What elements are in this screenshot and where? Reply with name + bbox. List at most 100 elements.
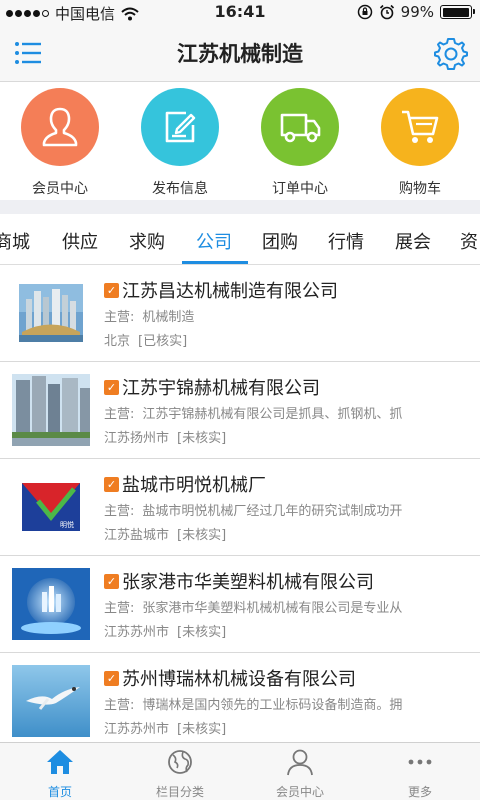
tab-exhibition[interactable]: 展会 <box>395 228 431 254</box>
list-item[interactable]: ✓ 江苏昌达机械制造有限公司 主营: 机械制造 北京 [已核实] <box>0 265 480 362</box>
company-thumbnail: 明悦 <box>12 471 90 543</box>
main-business: 主营: 盐城市明悦机械厂经过几年的研究试制成功开 <box>104 500 470 519</box>
battery-level <box>442 7 470 17</box>
main-business: 主营: 张家港市华美塑料机械机械有限公司是专业从 <box>104 597 470 616</box>
main-business: 主营: 博瑞林是国内领先的工业标码设备制造商。拥 <box>104 694 470 713</box>
company-thumbnail <box>12 374 90 446</box>
person-icon <box>287 749 313 776</box>
app-screen: 中国电信 16:41 99% 江苏机械制造 会员中心 发布信息 订单中心 购物车… <box>0 0 480 800</box>
quick-action-publish[interactable]: 发布信息 <box>120 88 240 198</box>
company-name: 江苏宇锦赫机械有限公司 <box>122 378 320 399</box>
company-name: 盐城市明悦机械厂 <box>122 475 266 496</box>
active-tab-indicator <box>182 261 248 264</box>
user-icon <box>42 107 78 147</box>
verified-icon: ✓ <box>104 671 119 686</box>
member-center-circle <box>21 88 99 166</box>
tab-label: 会员中心 <box>275 785 324 799</box>
home-icon <box>47 750 73 774</box>
cart-icon <box>402 110 439 143</box>
verification-status: [未核实] <box>177 528 227 543</box>
verification-status: [未核实] <box>177 722 227 737</box>
company-city: 江苏苏州市 <box>104 625 170 640</box>
verification-status: [未核实] <box>177 431 227 446</box>
tab-categories[interactable]: 栏目分类 <box>120 748 240 800</box>
company-location: 北京 [已核实] <box>104 330 187 349</box>
company-name: 江苏昌达机械制造有限公司 <box>122 281 338 302</box>
orders-circle <box>261 88 339 166</box>
battery-icon <box>440 5 475 19</box>
company-location: 江苏苏州市 [未核实] <box>104 718 226 737</box>
verified-icon: ✓ <box>104 477 119 492</box>
company-location: 江苏苏州市 [未核实] <box>104 621 226 640</box>
quick-action-label: 发布信息 <box>152 181 208 197</box>
tab-label: 更多 <box>407 785 432 799</box>
tab-purchase[interactable]: 求购 <box>129 228 165 254</box>
verified-icon: ✓ <box>104 283 119 298</box>
page-title: 江苏机械制造 <box>177 42 303 66</box>
quick-action-member-center[interactable]: 会员中心 <box>0 88 120 198</box>
list-item[interactable]: ✓ 江苏宇锦赫机械有限公司 主营: 江苏宇锦赫机械有限公司是抓具、抓钢机、抓 江苏… <box>0 362 480 459</box>
company-name: 张家港市华美塑料机械有限公司 <box>122 572 374 593</box>
quick-actions: 会员中心 发布信息 订单中心 购物车 <box>0 82 480 200</box>
list-item[interactable]: 明悦 ✓ 盐城市明悦机械厂 主营: 盐城市明悦机械厂经过几年的研究试制成功开 江苏… <box>0 459 480 556</box>
main-business-label: 主营: <box>104 310 135 325</box>
edit-icon <box>165 111 196 143</box>
main-business-text: 盐城市明悦机械厂经过几年的研究试制成功开 <box>142 504 403 519</box>
company-city: 江苏盐城市 <box>104 528 170 543</box>
cart-circle <box>381 88 459 166</box>
logo-text: 明悦 <box>60 520 74 529</box>
tab-more[interactable]: 更多 <box>360 748 480 800</box>
tab-member-center[interactable]: 会员中心 <box>240 748 360 800</box>
tab-company[interactable]: 公司 <box>196 228 232 254</box>
battery-percent: 99% <box>400 3 434 21</box>
main-business-label: 主营: <box>104 504 135 519</box>
category-tabs: 商城 供应 求购 公司 团购 行情 展会 资 <box>0 214 480 265</box>
verification-status: [已核实] <box>138 334 188 349</box>
quick-action-orders[interactable]: 订单中心 <box>240 88 360 198</box>
verification-status: [未核实] <box>177 625 227 640</box>
company-thumbnail <box>12 277 90 349</box>
company-city: 江苏扬州市 <box>104 431 170 446</box>
navigation-bar: 江苏机械制造 <box>0 24 480 82</box>
main-business-text: 张家港市华美塑料机械机械有限公司是专业从 <box>142 601 403 616</box>
tab-home[interactable]: 首页 <box>0 748 120 800</box>
tab-mall[interactable]: 商城 <box>0 228 30 254</box>
company-list: ✓ 江苏昌达机械制造有限公司 主营: 机械制造 北京 [已核实] ✓ 江苏宇锦赫… <box>0 265 480 742</box>
main-business-text: 博瑞林是国内领先的工业标码设备制造商。拥 <box>142 698 403 713</box>
list-item[interactable]: ✓ 张家港市华美塑料机械有限公司 主营: 张家港市华美塑料机械机械有限公司是专业从… <box>0 556 480 653</box>
section-divider <box>0 200 480 214</box>
quick-action-label: 订单中心 <box>272 181 328 197</box>
company-name: 苏州博瑞林机械设备有限公司 <box>122 669 356 690</box>
company-location: 江苏盐城市 [未核实] <box>104 524 226 543</box>
publish-circle <box>141 88 219 166</box>
quick-action-cart[interactable]: 购物车 <box>360 88 480 198</box>
company-city: 北京 <box>104 334 131 349</box>
status-bar: 中国电信 16:41 99% <box>0 0 480 24</box>
tab-market[interactable]: 行情 <box>328 228 364 254</box>
tab-label: 栏目分类 <box>155 785 204 799</box>
main-business-text: 江苏宇锦赫机械有限公司是抓具、抓钢机、抓 <box>142 407 403 422</box>
bottom-tab-bar: 首页 栏目分类 会员中心 更多 <box>0 742 480 800</box>
quick-action-label: 购物车 <box>399 181 441 197</box>
tab-group-buy[interactable]: 团购 <box>262 228 298 254</box>
rotation-lock-icon <box>357 4 372 20</box>
truck-icon <box>280 113 321 143</box>
company-thumbnail <box>12 568 90 640</box>
tab-supply[interactable]: 供应 <box>62 228 98 254</box>
status-right: 99% <box>357 3 475 21</box>
company-location: 江苏扬州市 [未核实] <box>104 427 226 446</box>
company-thumbnail <box>12 665 90 737</box>
tab-label: 首页 <box>47 785 72 799</box>
main-business-label: 主营: <box>104 698 135 713</box>
quick-action-label: 会员中心 <box>32 181 88 197</box>
more-icon <box>408 759 432 765</box>
main-business-label: 主营: <box>104 407 135 422</box>
alarm-icon <box>379 4 394 20</box>
tab-more[interactable]: 资 <box>460 228 478 254</box>
main-business-text: 机械制造 <box>142 310 195 325</box>
company-city: 江苏苏州市 <box>104 722 170 737</box>
list-item[interactable]: ✓ 苏州博瑞林机械设备有限公司 主营: 博瑞林是国内领先的工业标码设备制造商。拥 … <box>0 653 480 742</box>
settings-icon[interactable] <box>434 36 468 70</box>
globe-icon <box>168 750 192 774</box>
main-business: 主营: 江苏宇锦赫机械有限公司是抓具、抓钢机、抓 <box>104 403 470 422</box>
